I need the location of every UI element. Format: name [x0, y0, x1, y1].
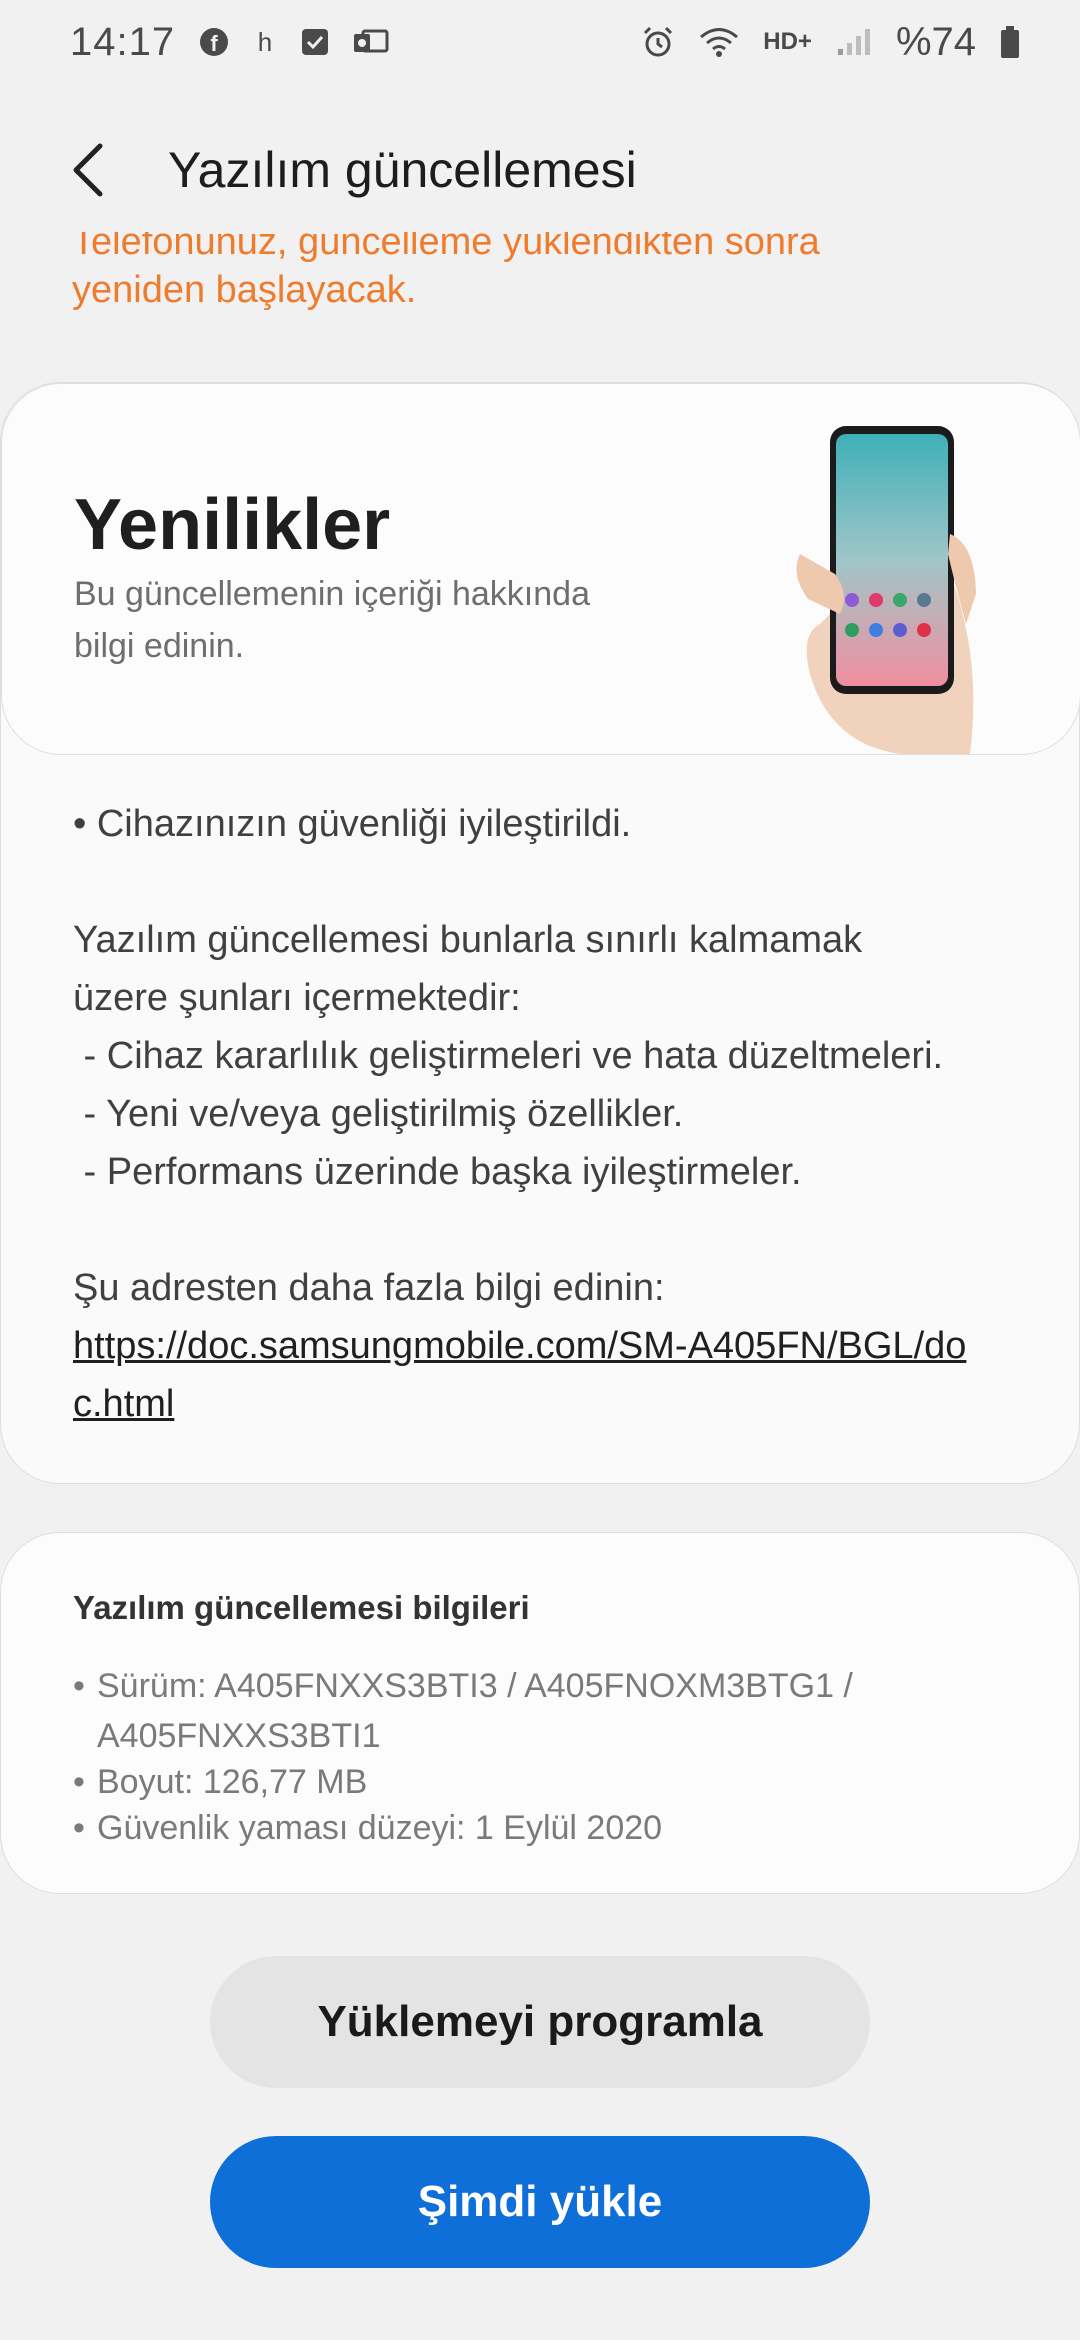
alarm-icon [641, 25, 675, 59]
wifi-icon [699, 26, 739, 58]
update-info-list: • Sürüm: A405FNXXS3BTI3 / A405FNOXM3BTG1… [73, 1661, 993, 1853]
bullet: • [73, 1667, 85, 1705]
checkbox-icon [301, 28, 329, 56]
install-now-button[interactable]: Şimdi yükle [210, 2136, 870, 2268]
whats-new-subtitle: Bu güncellemenin içeriği hakkında bilgi … [74, 575, 590, 665]
restart-warning: Telefonunuz, güncelleme yüklendikten son… [72, 232, 992, 314]
version-text: Sürüm: A405FNXXS3BTI3 / A405FNOXM3BTG1 /… [97, 1667, 853, 1755]
h-icon: h [253, 27, 277, 57]
status-bar: 14:17 f h HD+ %74 [0, 0, 1080, 84]
battery-icon [1000, 25, 1020, 59]
update-item: - Performans üzerinde başka iyileştirmel… [73, 1151, 802, 1193]
back-button[interactable] [48, 130, 128, 210]
security-bullet: • Cihazınızın güvenliği iyileştirildi. [73, 803, 632, 845]
update-info-title: Yazılım güncellemesi bilgileri [73, 1589, 530, 1626]
page-title: Yazılım güncellemesi [168, 142, 637, 198]
info-version: • Sürüm: A405FNXXS3BTI3 / A405FNOXM3BTG1… [73, 1661, 993, 1761]
info-security-patch: • Güvenlik yaması düzeyi: 1 Eylül 2020 [73, 1803, 993, 1853]
size-text: Boyut: 126,77 MB [97, 1763, 368, 1801]
whats-new-card: Yenilikler Bu güncellemenin içeriği hakk… [0, 382, 1080, 1484]
status-left: 14:17 f h [70, 20, 389, 65]
info-size: • Boyut: 126,77 MB [73, 1757, 993, 1807]
phone-in-hand-illustration [780, 424, 980, 759]
update-item: - Yeni ve/veya geliştirilmiş özellikler. [73, 1093, 684, 1135]
restart-warning-line2: yeniden başlayacak. [72, 269, 417, 311]
bullet: • [73, 1809, 85, 1847]
documentation-link[interactable]: https://doc.samsungmobile.com/SM-A405FN/… [73, 1317, 993, 1433]
whats-new-header: Yenilikler Bu güncellemenin içeriği hakk… [1, 383, 1080, 755]
network-type-label: HD+ [763, 28, 812, 55]
schedule-install-button[interactable]: Yüklemeyi programla [210, 1956, 870, 2088]
status-time: 14:17 [70, 19, 176, 64]
whats-new-body: • Cihazınızın güvenliği iyileştirildi. Y… [73, 795, 1033, 1433]
app-header: Yazılım güncellemesi [0, 110, 1080, 230]
status-right: HD+ %74 [641, 20, 1020, 65]
restart-warning-line1-wrap: Telefonunuz, güncelleme yüklendikten son… [72, 232, 992, 266]
restart-warning-line1: Telefonunuz, güncelleme yüklendikten son… [72, 232, 820, 263]
battery-percent: %74 [895, 19, 976, 64]
update-info-card: Yazılım güncellemesi bilgileri • Sürüm: … [0, 1532, 1080, 1894]
update-item: - Cihaz kararlılık geliştirmeleri ve hat… [73, 1035, 944, 1077]
security-patch-text: Güvenlik yaması düzeyi: 1 Eylül 2020 [97, 1809, 663, 1847]
signal-icon [836, 27, 872, 57]
bullet: • [73, 1763, 85, 1801]
whats-new-title: Yenilikler [74, 485, 391, 565]
update-paragraph-line1: Yazılım güncellemesi bunlarla sınırlı ka… [73, 919, 863, 961]
more-info-label: Şu adresten daha fazla bilgi edinin: [73, 1267, 665, 1309]
software-update-screen: 14:17 f h HD+ %74 Yazılım güncellemesi T… [0, 0, 1080, 2340]
update-paragraph-line2: üzere şunları içermektedir: [73, 977, 521, 1019]
outlook-icon [353, 28, 389, 56]
svg-text:f: f [210, 31, 218, 56]
facebook-icon: f [199, 27, 229, 57]
back-arrow-icon [73, 143, 103, 197]
svg-text:h: h [258, 27, 272, 57]
